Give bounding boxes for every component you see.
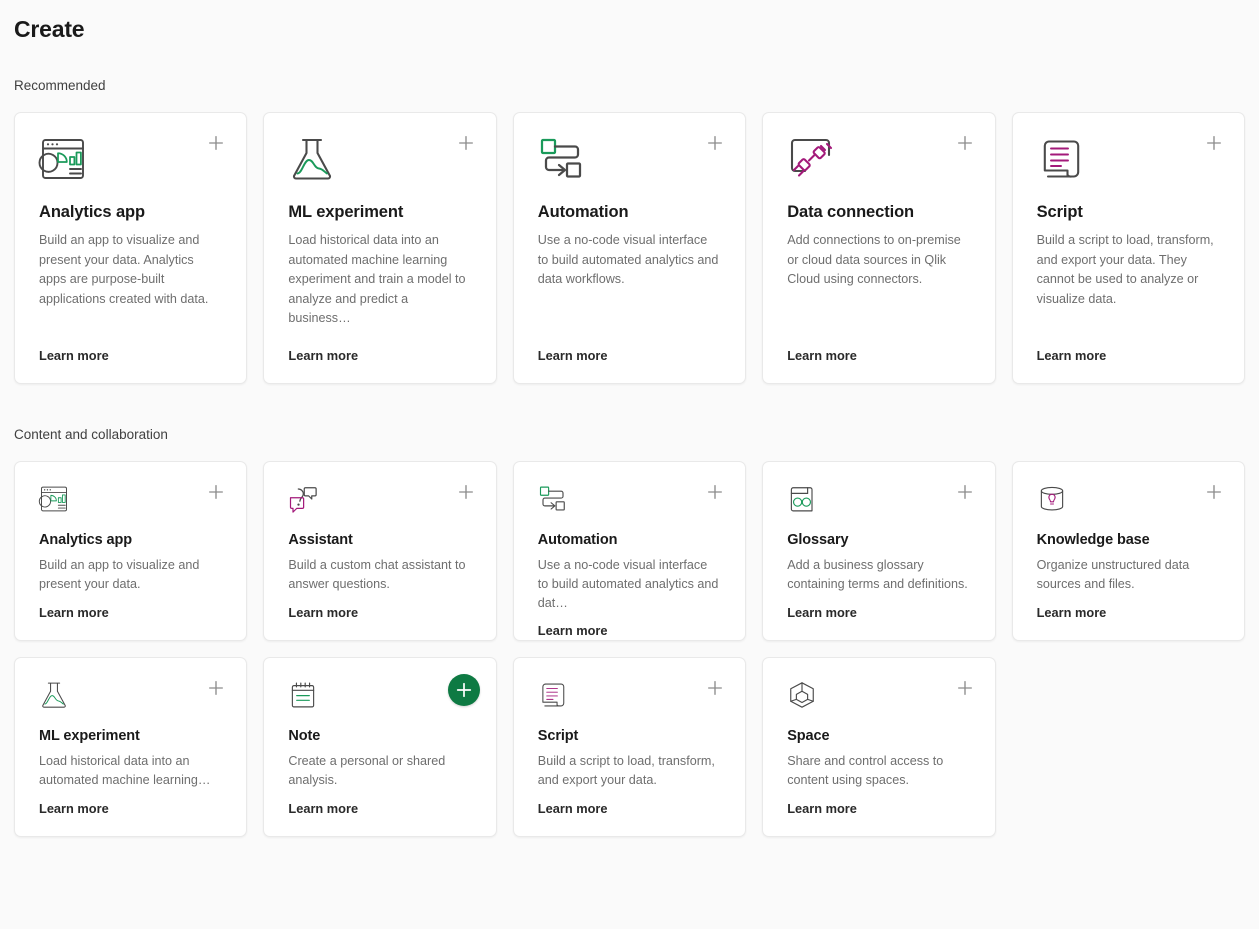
create-card-assistant[interactable]: Assistant Build a custom chat assistant … [263, 461, 497, 641]
learn-more-link[interactable]: Learn more [1037, 595, 1107, 620]
card-description: Create a personal or shared analysis. [288, 754, 446, 787]
create-card-knowledge-base[interactable]: Knowledge base Organize unstructured dat… [1011, 461, 1245, 641]
card-title: Analytics app [39, 203, 145, 221]
add-space-button[interactable] [955, 678, 975, 698]
knowledge-base-icon [1037, 484, 1220, 514]
card-title: ML experiment [288, 203, 404, 221]
learn-more-link[interactable]: Learn more [538, 791, 608, 816]
add-ml-experiment-button[interactable] [206, 678, 226, 698]
assistant-chat-icon [288, 484, 471, 514]
add-script-button[interactable] [1204, 133, 1224, 153]
card-description: Load historical data into an automated m… [288, 233, 466, 325]
focus-ring-note: Note Create a personal or shared analysi… [263, 657, 497, 837]
card-title: Script [1036, 203, 1083, 221]
card-description: Share and control access to content usin… [787, 754, 944, 787]
learn-more-link[interactable]: Learn more [787, 338, 857, 363]
add-automation-button[interactable] [705, 133, 725, 153]
learn-more-link[interactable]: Learn more [787, 595, 857, 620]
card-title: Note [288, 728, 321, 744]
create-card-automation[interactable]: Automation Use a no-code visual interfac… [512, 112, 747, 384]
automation-flow-icon [538, 135, 721, 183]
card-title: Glossary [787, 532, 849, 548]
add-automation-button[interactable] [705, 482, 725, 502]
card-description: Build an app to visualize and present yo… [39, 558, 200, 591]
recommended-card-grid: Analytics app Build an app to visualize … [14, 112, 1245, 384]
learn-more-link[interactable]: Learn more [288, 338, 358, 363]
create-card-script[interactable]: Script Build a script to load, transform… [1011, 112, 1245, 384]
script-scroll-icon [1037, 135, 1220, 183]
learn-more-link[interactable]: Learn more [538, 613, 608, 638]
card-title: Script [537, 728, 579, 744]
create-card-glossary[interactable]: Glossary Add a business glossary contain… [762, 461, 996, 641]
card-description: Organize unstructured data sources and f… [1036, 558, 1190, 591]
section-title-content-and-collaboration: Content and collaboration [14, 427, 168, 442]
card-title: ML experiment [39, 728, 140, 744]
learn-more-link[interactable]: Learn more [39, 595, 109, 620]
card-title: Analytics app [39, 532, 132, 548]
content-collaboration-card-grid-row-2: ML experiment Load historical data into … [14, 657, 1245, 837]
add-ml-experiment-button[interactable] [456, 133, 476, 153]
glossary-book-icon [787, 484, 970, 514]
create-page: Create Recommended Analytics app Build a… [0, 0, 1259, 929]
add-note-button[interactable] [447, 674, 480, 706]
automation-flow-icon [538, 484, 721, 514]
create-card-data-connection[interactable]: Data connection Add connections to on-pr… [762, 112, 996, 384]
learn-more-link[interactable]: Learn more [787, 791, 857, 816]
create-card-automation[interactable]: Automation Use a no-code visual interfac… [512, 461, 747, 641]
card-description: Build an app to visualize and present yo… [39, 233, 209, 306]
add-glossary-button[interactable] [955, 482, 975, 502]
card-title: Knowledge base [1036, 532, 1150, 548]
card-description: Load historical data into an automated m… [39, 754, 211, 787]
learn-more-link[interactable]: Learn more [288, 791, 358, 816]
card-description: Build a script to load, transform, and e… [1036, 233, 1214, 306]
add-knowledge-base-button[interactable] [1204, 482, 1224, 502]
section-title-recommended: Recommended [14, 78, 106, 93]
card-title: Automation [537, 203, 629, 221]
content-collaboration-card-grid-row-1: Analytics app Build an app to visualize … [14, 461, 1245, 641]
create-card-script[interactable]: Script Build a script to load, transform… [512, 657, 747, 837]
learn-more-link[interactable]: Learn more [288, 595, 358, 620]
card-title: Assistant [288, 532, 353, 548]
card-title: Data connection [787, 203, 915, 221]
card-description: Use a no-code visual interface to build … [537, 558, 719, 610]
space-cube-icon [787, 680, 970, 710]
card-title: Space [787, 728, 830, 744]
ml-experiment-flask-icon [288, 135, 471, 183]
card-description: Build a script to load, transform, and e… [537, 754, 715, 787]
create-card-space[interactable]: Space Share and control access to conten… [762, 657, 996, 837]
ml-experiment-flask-icon [39, 680, 222, 710]
card-description: Add connections to on-premise or cloud d… [787, 233, 961, 286]
page-title: Create [14, 16, 85, 42]
learn-more-link[interactable]: Learn more [1037, 338, 1107, 363]
create-card-ml-experiment[interactable]: ML experiment Load historical data into … [14, 657, 248, 837]
create-card-note[interactable]: Note Create a personal or shared analysi… [263, 657, 497, 837]
note-icon [288, 680, 471, 710]
script-scroll-icon [538, 680, 721, 710]
learn-more-link[interactable]: Learn more [538, 338, 608, 363]
analytics-app-icon [38, 135, 222, 183]
add-script-button[interactable] [705, 678, 725, 698]
card-description: Add a business glossary containing terms… [787, 558, 968, 591]
add-assistant-button[interactable] [456, 482, 476, 502]
data-connection-plug-icon [787, 135, 970, 183]
card-description: Build a custom chat assistant to answer … [288, 558, 466, 591]
learn-more-link[interactable]: Learn more [39, 338, 109, 363]
add-analytics-app-button[interactable] [206, 133, 226, 153]
create-card-ml-experiment[interactable]: ML experiment Load historical data into … [263, 112, 497, 384]
learn-more-link[interactable]: Learn more [39, 791, 109, 816]
add-data-connection-button[interactable] [955, 133, 975, 153]
card-description: Use a no-code visual interface to build … [537, 233, 719, 286]
card-title: Automation [537, 532, 618, 548]
add-analytics-app-button[interactable] [206, 482, 226, 502]
analytics-app-icon [38, 484, 222, 514]
create-card-analytics-app[interactable]: Analytics app Build an app to visualize … [14, 112, 248, 384]
create-card-analytics-app[interactable]: Analytics app Build an app to visualize … [14, 461, 248, 641]
